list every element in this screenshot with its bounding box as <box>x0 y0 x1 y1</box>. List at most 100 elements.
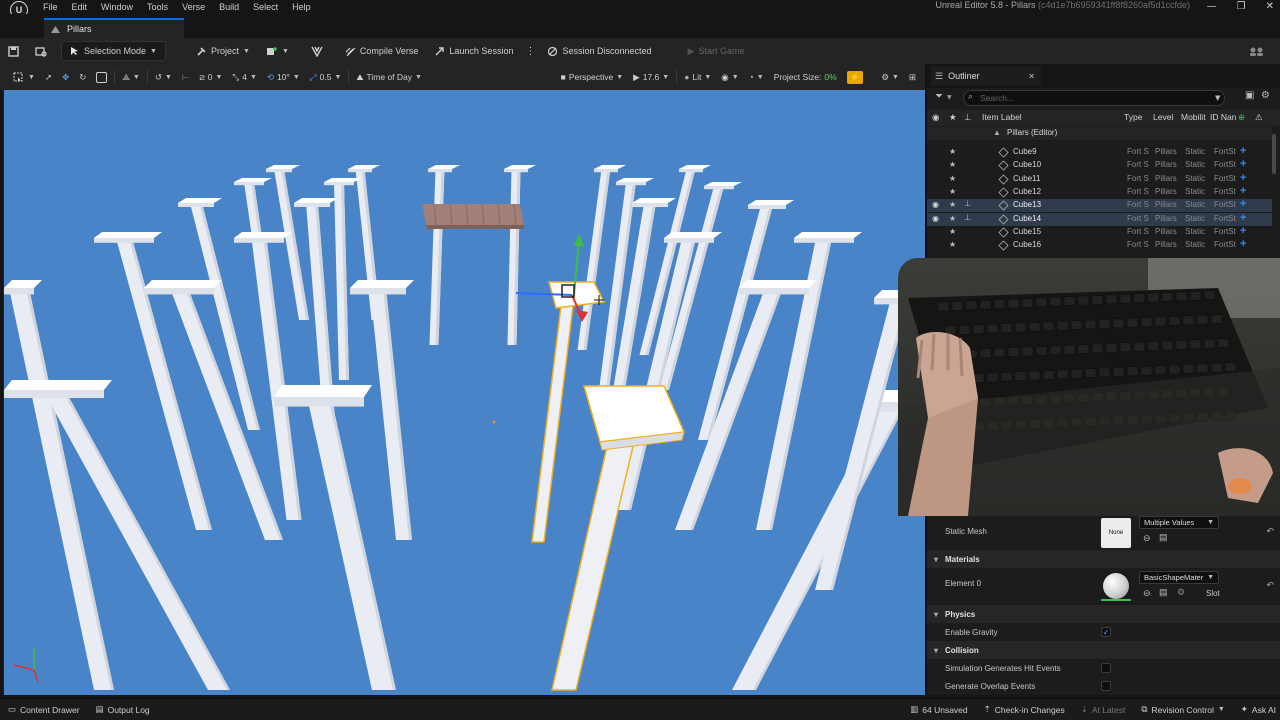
material-dropdown[interactable]: BasicShapeMater ▼ <box>1139 571 1219 584</box>
rotation-snap-dropdown[interactable]: ⟲ 10° ▼ <box>262 72 305 83</box>
grid-snap-dropdown[interactable]: ⧄ 0 ▼ <box>194 72 227 83</box>
tab-pillars[interactable]: Pillars <box>44 18 184 38</box>
reset-to-default-icon[interactable]: ↶ <box>1266 580 1274 591</box>
selection-mode-dropdown[interactable]: Selection Mode ▼ <box>61 41 166 61</box>
menu-file[interactable]: File <box>36 2 65 12</box>
surface-snap-button[interactable]: ↺ ▼ <box>150 72 177 83</box>
overlap-events-checkbox[interactable] <box>1101 681 1111 691</box>
pin-icon[interactable]: ⊥ <box>964 199 971 208</box>
visibility-eye-icon[interactable]: ◉ <box>932 200 939 209</box>
filter-chevron-down-icon[interactable]: ▼ <box>947 94 952 101</box>
favorite-column-star-icon[interactable]: ★ <box>949 112 957 123</box>
realtime-toggle[interactable]: ⚡ <box>842 70 869 84</box>
time-of-day-dropdown[interactable]: ⛰ Time of Day ▼ <box>351 72 427 83</box>
compile-verse-button[interactable]: Compile Verse <box>337 41 427 61</box>
menu-verse[interactable]: Verse <box>175 2 212 12</box>
restore-button[interactable]: ❐ <box>1237 1 1246 12</box>
column-type[interactable]: Type <box>1124 112 1142 122</box>
folder-add-icon[interactable]: ▣ <box>1245 90 1254 101</box>
level-viewport[interactable] <box>3 90 925 695</box>
outliner-row[interactable]: ★ Cube10 Fort S Pillars Static FortSt + <box>927 158 1272 172</box>
favorite-star-icon[interactable]: ★ <box>949 187 956 196</box>
outliner-row[interactable]: ★ Cube11 Fort S Pillars Static FortSt + <box>927 172 1272 186</box>
output-log-button[interactable]: ▤ Output Log <box>88 704 158 715</box>
pin-column-icon[interactable]: ⊥ <box>964 112 971 123</box>
session-options-button[interactable]: ⋮ <box>521 41 539 61</box>
verse-button[interactable] <box>303 41 331 61</box>
browse-folder-icon[interactable]: ▤ <box>1159 532 1168 543</box>
check-in-changes-button[interactable]: ⇡ Check-in Changes <box>976 704 1073 715</box>
outliner-row[interactable]: ★ Cube15 Fort S Pillars Static FortSt + <box>927 225 1272 239</box>
column-id-name[interactable]: ID Nan <box>1210 112 1236 122</box>
column-mobility[interactable]: Mobilit <box>1181 112 1206 122</box>
materials-section-header[interactable]: Materials <box>927 550 1280 568</box>
add-icon[interactable]: + <box>1240 198 1246 210</box>
scale-button[interactable] <box>91 71 112 83</box>
outliner-row[interactable]: ★ Cube16 Fort S Pillars Static FortSt + <box>927 238 1272 252</box>
add-actor-dropdown[interactable]: ▼ <box>258 41 297 61</box>
menu-help[interactable]: Help <box>285 2 318 12</box>
settings-gear-icon[interactable]: ⚙ <box>1261 90 1270 101</box>
enable-gravity-checkbox[interactable]: ✓ <box>1101 627 1111 637</box>
content-drawer-button[interactable]: ▭ Content Drawer <box>0 704 88 715</box>
pin-icon[interactable]: ⊥ <box>964 213 971 222</box>
menu-window[interactable]: Window <box>94 2 140 12</box>
collision-section-header[interactable]: Collision <box>927 641 1280 659</box>
favorite-star-icon[interactable]: ★ <box>949 147 956 156</box>
add-icon[interactable]: + <box>1240 158 1246 170</box>
performance-dropdown[interactable]: ◔ ▼ <box>744 72 769 82</box>
search-options-chevron-icon[interactable]: ▼ <box>1215 94 1220 102</box>
favorite-star-icon[interactable]: ★ <box>949 160 956 169</box>
project-size-indicator[interactable]: Project Size: 0% <box>769 72 842 82</box>
perspective-dropdown[interactable]: ■ Perspective ▼ <box>556 72 629 82</box>
transform-space-button[interactable]: ⟁ ▼ <box>117 72 145 83</box>
favorite-star-icon[interactable]: ★ <box>949 240 956 249</box>
viewport-layout-button[interactable]: ⊞ <box>904 72 921 83</box>
view-mode-dropdown[interactable]: ● Lit ▼ <box>679 72 716 82</box>
revision-control-dropdown[interactable]: ⧉ Revision Control ▼ <box>1133 704 1232 715</box>
session-status[interactable]: Session Disconnected <box>539 41 659 61</box>
column-level[interactable]: Level <box>1153 112 1173 122</box>
outliner-row[interactable]: ◉ ⊥ ★ Cube13 Fort S Pillars Static FortSt + <box>927 198 1272 213</box>
static-mesh-thumbnail[interactable]: None <box>1101 518 1131 548</box>
ask-ai-button[interactable]: ✦ Ask AI <box>1233 704 1280 715</box>
reset-to-default-icon[interactable]: ↶ <box>1266 526 1274 537</box>
outliner-row[interactable]: ★ Cube12 Fort S Pillars Static FortSt + <box>927 185 1272 199</box>
project-dropdown[interactable]: Project ▼ <box>188 41 258 61</box>
add-icon[interactable]: + <box>1240 238 1246 250</box>
scale-snap-dropdown[interactable]: ⤡ 4 ▼ <box>227 72 261 83</box>
outliner-row[interactable]: ★ Cube9 Fort S Pillars Static FortSt + <box>927 145 1272 159</box>
rotate-button[interactable]: ↻ <box>74 72 91 83</box>
menu-edit[interactable]: Edit <box>65 2 95 12</box>
outliner-row[interactable]: ◉ ⊥ ★ Cube14 Fort S Pillars Static FortSt + <box>927 212 1272 226</box>
menu-build[interactable]: Build <box>212 2 246 12</box>
outliner-search-input[interactable]: Search... <box>963 90 1225 106</box>
browse-folder-icon[interactable]: ▤ <box>1159 587 1168 598</box>
favorite-star-icon[interactable]: ★ <box>949 174 956 183</box>
close-button[interactable]: ✕ <box>1266 1 1274 12</box>
favorite-star-icon[interactable]: ★ <box>949 200 956 209</box>
menu-tools[interactable]: Tools <box>140 2 175 12</box>
outliner-scrollbar[interactable] <box>1272 134 1276 174</box>
add-column-icon[interactable]: ⊕ <box>1238 112 1245 123</box>
viewport-scene[interactable] <box>4 90 925 695</box>
visibility-eye-icon[interactable]: ◉ <box>932 214 939 223</box>
favorite-star-icon[interactable]: ★ <box>949 214 956 223</box>
sim-hit-events-checkbox[interactable] <box>1101 663 1111 673</box>
favorite-star-icon[interactable]: ★ <box>949 227 956 236</box>
use-selected-arrow-icon[interactable]: ⊖ <box>1143 533 1151 544</box>
filter-icon[interactable]: ⏷ <box>935 91 943 102</box>
close-icon[interactable]: ✕ <box>1028 72 1035 81</box>
at-latest-status[interactable]: ⇣ At Latest <box>1073 704 1134 715</box>
static-mesh-dropdown[interactable]: Multiple Values ▼ <box>1139 516 1219 529</box>
grid-snap-toggle[interactable]: ⊢ <box>177 72 194 83</box>
viewport-settings-dropdown[interactable]: ⚙ ▼ <box>876 72 904 83</box>
scale-grid-dropdown[interactable]: ⤢ 0.5 ▼ <box>305 72 347 83</box>
material-options-icon[interactable]: ⚙ <box>1177 587 1185 598</box>
add-icon[interactable]: + <box>1240 225 1246 237</box>
translate-button[interactable]: ✥ <box>57 72 74 83</box>
start-game-button[interactable]: ▶ Start Game <box>680 41 753 61</box>
visibility-column-eye-icon[interactable]: ◉ <box>932 112 939 123</box>
use-selected-arrow-icon[interactable]: ⊖ <box>1143 588 1151 599</box>
select-tool-dropdown[interactable]: ▼ <box>8 72 40 83</box>
